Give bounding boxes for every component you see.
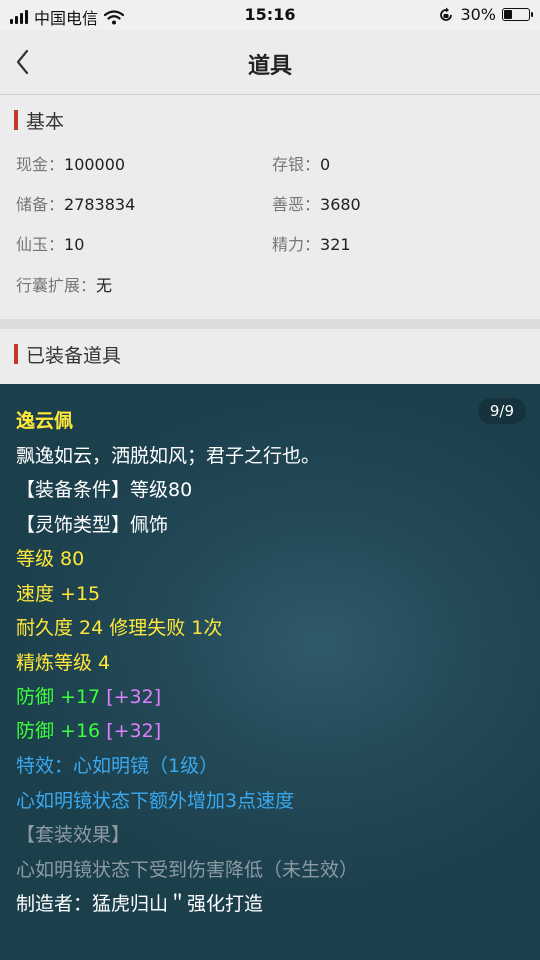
item-level: 等级 80 bbox=[16, 548, 85, 570]
item-detail-panel[interactable]: 9/9 逸云佩 飘逸如云，洒脱如风；君子之行也。 【装备条件】等级80 【灵饰类… bbox=[0, 384, 540, 960]
basic-section-header: 基本 bbox=[14, 109, 65, 133]
battery-fill bbox=[504, 10, 512, 19]
section-divider bbox=[0, 319, 540, 329]
item-maker: 制造者：猛虎归山＂强化打造 bbox=[16, 893, 264, 915]
page-title: 道具 bbox=[247, 54, 292, 79]
status-bar: 中国电信 15:16 30% bbox=[0, 0, 540, 30]
item-type: 【灵饰类型】佩饰 bbox=[16, 514, 169, 536]
field-label: 储备： bbox=[16, 195, 65, 214]
item-refine: 精炼等级 4 bbox=[16, 652, 111, 674]
field-value: 100000 bbox=[64, 155, 126, 174]
defense-main: 防御 +16 bbox=[16, 720, 101, 742]
field-label: 行囊扩展： bbox=[16, 276, 97, 295]
item-requirement: 【装备条件】等级80 bbox=[16, 479, 193, 501]
equipped-section-title: 已装备道具 bbox=[26, 344, 122, 367]
field-value: 2783834 bbox=[64, 195, 136, 214]
item-set-desc: 心如明镜状态下受到伤害降低（未生效） bbox=[16, 859, 359, 881]
field-value: 无 bbox=[96, 276, 113, 295]
rotation-lock-icon bbox=[440, 7, 453, 21]
field-value: 321 bbox=[320, 235, 351, 254]
field-deposit: 存银：0 bbox=[272, 151, 330, 175]
item-durability: 耐久度 24 修理失败 1次 bbox=[16, 617, 223, 639]
item-description: 飘逸如云，洒脱如风；君子之行也。 bbox=[16, 445, 321, 467]
defense-bonus: [+32] bbox=[106, 686, 162, 708]
field-jade: 仙玉：10 bbox=[16, 231, 84, 255]
field-energy: 精力：321 bbox=[272, 231, 351, 255]
field-label: 善恶： bbox=[272, 195, 321, 214]
equipped-section-header: 已装备道具 bbox=[14, 343, 122, 367]
item-name: 逸云佩 bbox=[16, 410, 74, 432]
field-reserve: 储备：2783834 bbox=[16, 191, 135, 215]
field-label: 精力： bbox=[272, 235, 321, 254]
field-value: 3680 bbox=[320, 195, 361, 214]
item-counter-badge: 9/9 bbox=[477, 398, 526, 424]
basic-section: 基本 现金：100000 存银：0 储备：2783834 善恶：3680 仙玉：… bbox=[0, 95, 540, 319]
nav-bar: 道具 bbox=[0, 30, 540, 95]
field-label: 存银： bbox=[272, 155, 321, 174]
item-special-desc: 心如明镜状态下额外增加3点速度 bbox=[16, 790, 295, 812]
field-value: 0 bbox=[320, 155, 331, 174]
field-cash: 现金：100000 bbox=[16, 151, 125, 175]
basic-section-title: 基本 bbox=[26, 110, 65, 133]
section-accent-bar bbox=[14, 110, 18, 130]
status-right: 30% bbox=[438, 5, 533, 24]
defense-bonus: [+32] bbox=[106, 720, 162, 742]
field-bag-expansion: 行囊扩展：无 bbox=[16, 272, 112, 296]
item-defense-2: 防御 +16 [+32] bbox=[16, 716, 161, 743]
field-karma: 善恶：3680 bbox=[272, 191, 361, 215]
battery-percent: 30% bbox=[460, 5, 496, 24]
defense-main: 防御 +17 bbox=[16, 686, 101, 708]
equipped-section: 已装备道具 bbox=[0, 329, 540, 384]
item-special-effect: 特效：心如明镜（1级） bbox=[16, 755, 219, 777]
section-accent-bar bbox=[14, 344, 18, 364]
item-speed: 速度 +15 bbox=[16, 583, 101, 605]
item-set-title: 【套装效果】 bbox=[16, 824, 131, 846]
field-value: 10 bbox=[64, 235, 85, 254]
battery-icon bbox=[502, 8, 533, 21]
item-defense-1: 防御 +17 [+32] bbox=[16, 682, 161, 709]
field-label: 仙玉： bbox=[16, 235, 65, 254]
field-label: 现金： bbox=[16, 155, 65, 174]
